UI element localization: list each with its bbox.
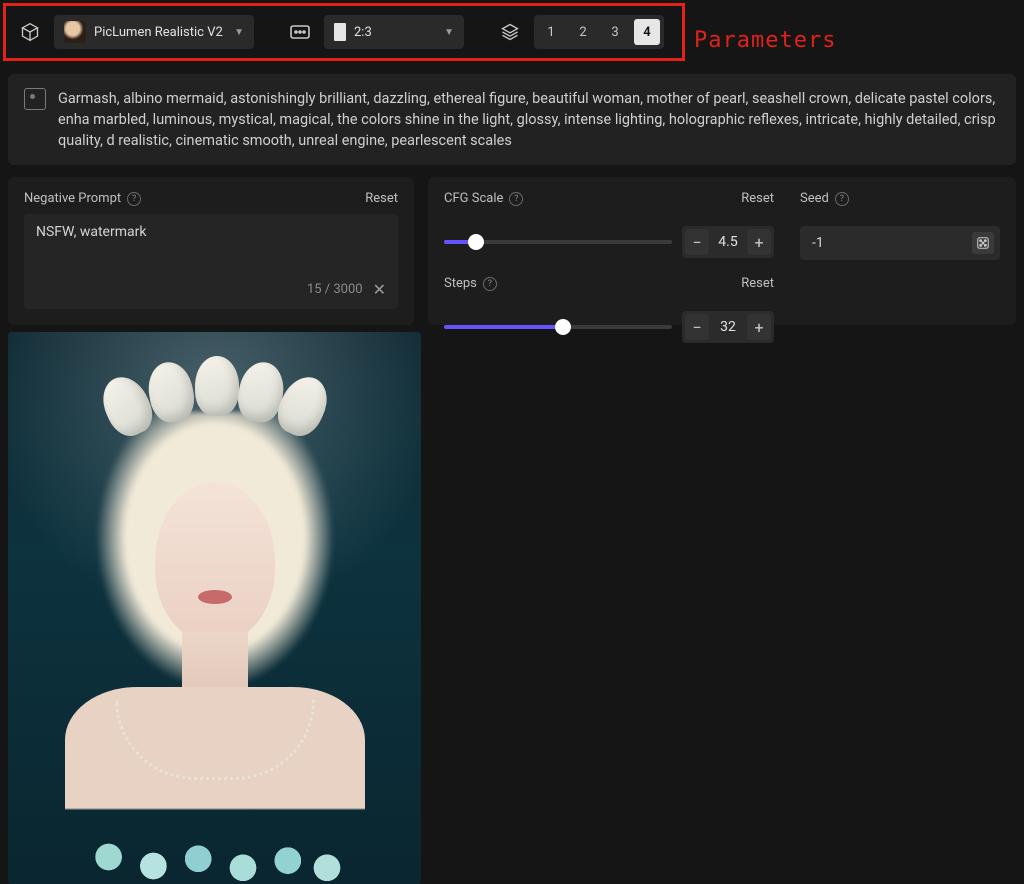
help-icon[interactable]: ? [483,277,497,291]
seed-input[interactable]: -1 [800,226,1000,260]
cube-icon[interactable] [14,16,46,48]
prompt-text: Garmash, albino mermaid, astonishingly b… [58,88,1000,151]
steps-value[interactable]: 32 [711,319,745,335]
chevron-down-icon: ▼ [234,27,244,38]
parameters-row: Negative Prompt ? Reset NSFW, watermark … [8,177,1016,325]
ratio-swatch-icon [334,23,346,41]
steps-increment[interactable]: + [747,314,771,340]
help-icon[interactable]: ? [127,192,141,206]
model-name: PicLumen Realistic V2 [94,25,223,40]
seed-value: -1 [812,235,824,251]
dice-icon[interactable] [972,232,994,254]
seed-label: Seed [800,191,829,206]
aspect-ratio-value: 2:3 [354,25,372,40]
model-thumbnail [64,21,86,43]
negative-prompt-label: Negative Prompt [24,191,121,206]
prompt-box[interactable]: Garmash, albino mermaid, astonishingly b… [8,74,1016,165]
model-selector[interactable]: PicLumen Realistic V2 ▼ [54,15,254,49]
negative-prompt-counter: 15 / 3000 [307,282,363,297]
steps-stepper: − 32 + [682,311,774,343]
image-count-group: 1 2 3 4 [534,15,664,49]
clear-icon[interactable]: ✕ [373,280,386,299]
help-icon[interactable]: ? [835,192,849,206]
sliders-panel: CFG Scale ? Reset − 4.5 + Steps [428,177,1016,325]
steps-decrement[interactable]: − [685,314,709,340]
negative-prompt-reset[interactable]: Reset [365,191,398,206]
count-option-1[interactable]: 1 [538,19,564,45]
aspect-ratio-selector[interactable]: 2:3 ▼ [324,15,464,49]
steps-reset[interactable]: Reset [741,276,774,291]
cfg-label: CFG Scale [444,191,503,206]
top-toolbar: PicLumen Realistic V2 ▼ 2:3 ▼ 1 2 3 4 [0,0,1024,64]
count-option-3[interactable]: 3 [602,19,628,45]
cfg-steps-column: CFG Scale ? Reset − 4.5 + Steps [444,191,774,309]
negative-prompt-value: NSFW, watermark [36,224,386,240]
steps-label: Steps [444,276,477,291]
cfg-increment[interactable]: + [747,229,771,255]
aspect-grid-icon[interactable] [284,16,316,48]
chevron-down-icon: ▼ [444,27,454,38]
cfg-reset[interactable]: Reset [741,191,774,206]
image-icon [24,88,46,110]
steps-slider[interactable] [444,325,672,329]
negative-prompt-panel: Negative Prompt ? Reset NSFW, watermark … [8,177,414,325]
cfg-slider[interactable] [444,240,672,244]
negative-prompt-input[interactable]: NSFW, watermark 15 / 3000 ✕ [24,214,398,309]
generated-image[interactable] [8,332,421,884]
help-icon[interactable]: ? [509,192,523,206]
cfg-value[interactable]: 4.5 [711,234,745,250]
cfg-decrement[interactable]: − [685,229,709,255]
layers-icon[interactable] [494,16,526,48]
count-option-2[interactable]: 2 [570,19,596,45]
seed-column: Seed ? -1 [800,191,1000,309]
cfg-stepper: − 4.5 + [682,226,774,258]
count-option-4[interactable]: 4 [634,19,660,45]
